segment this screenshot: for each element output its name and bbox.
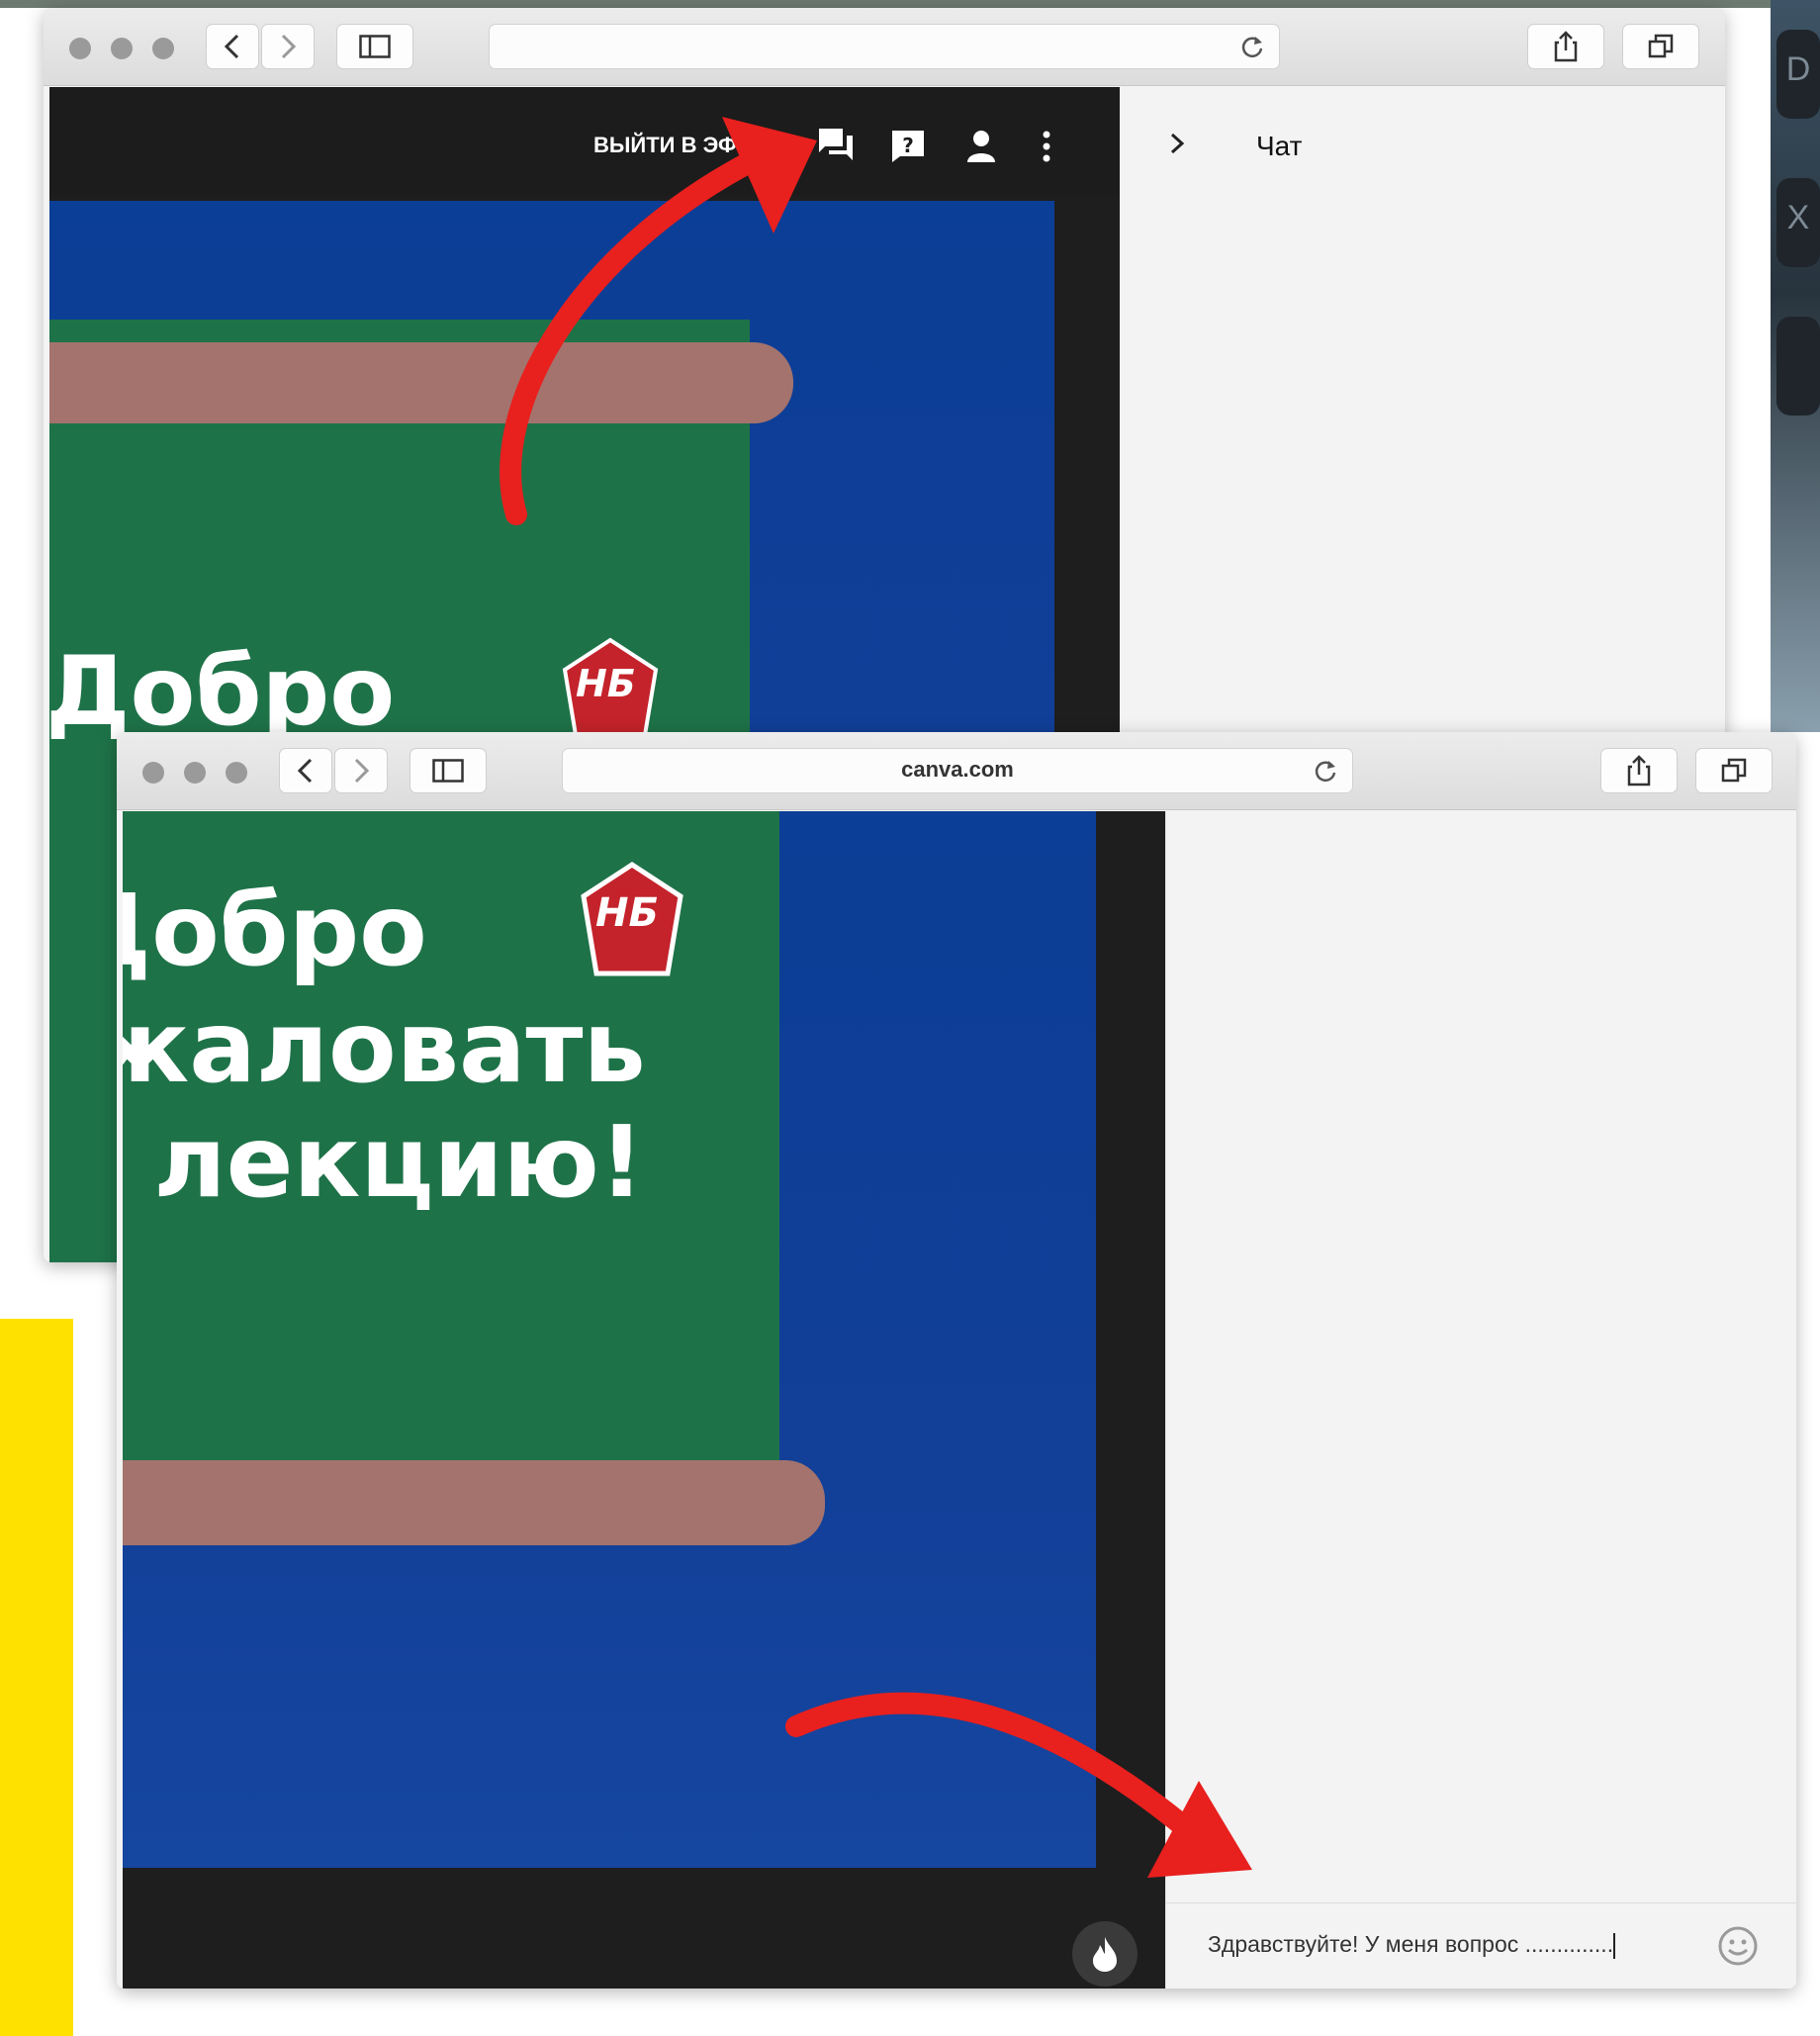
address-bar[interactable] (489, 24, 1280, 69)
smiley-icon[interactable] (1717, 1925, 1759, 1967)
slide-heading: Добро (49, 636, 396, 747)
slide-heading-line2: пожаловать (123, 989, 646, 1105)
window-close-dot[interactable] (142, 762, 164, 784)
nb-logo-text: НБ (576, 662, 636, 705)
background-strip (0, 0, 1820, 8)
window-close-dot[interactable] (69, 38, 91, 59)
tabs-icon (1648, 34, 1674, 58)
chevron-left-icon (297, 758, 313, 784)
window-minimize-dot[interactable] (184, 762, 206, 784)
keyboard-key: X (1776, 178, 1820, 267)
chat-input-value: Здравствуйте! У меня вопрос ............… (1208, 1931, 1614, 1957)
go-live-button[interactable]: ВЫЙТИ В ЭФИР (593, 133, 767, 158)
person-icon[interactable] (965, 129, 997, 164)
url-text: canva.com (901, 757, 1014, 782)
chat-title: Чат (1256, 131, 1303, 161)
slide-pink-bar (49, 342, 793, 423)
chevron-left-icon (224, 34, 239, 59)
nb-logo-text: НБ (595, 890, 659, 936)
svg-text:?: ? (902, 134, 914, 157)
sidebar-toggle-button[interactable] (336, 24, 413, 69)
tabs-icon (1721, 758, 1747, 783)
forward-button[interactable] (334, 748, 388, 793)
slide-background: НБ Добро пожаловать на лекцию! (123, 811, 1096, 1868)
reload-icon[interactable] (1313, 758, 1338, 784)
share-button[interactable] (1527, 24, 1604, 69)
browser-window-bottom: canva.com НБ Добро пожаловать на лекцию! (117, 732, 1796, 1989)
yellow-decor-block (0, 1319, 73, 2036)
text-cursor (1613, 1932, 1616, 1959)
share-icon (1554, 31, 1578, 62)
question-icon[interactable]: ? (890, 129, 926, 164)
slide-heading-line1: Добро (123, 873, 427, 988)
back-button[interactable] (206, 24, 259, 69)
chat-icon[interactable] (817, 127, 857, 164)
reload-icon[interactable] (1239, 34, 1265, 59)
share-icon (1627, 755, 1651, 787)
chevron-right-icon[interactable] (1167, 131, 1187, 156)
tabs-button[interactable] (1695, 748, 1773, 793)
address-bar[interactable]: canva.com (562, 748, 1353, 793)
tabs-button[interactable] (1622, 24, 1699, 69)
stream-video-area: НБ Добро пожаловать на лекцию! (123, 811, 1165, 1989)
window-zoom-dot[interactable] (226, 762, 247, 784)
slide-heading-line3: на лекцию! (123, 1104, 645, 1220)
slide-pink-bar (123, 1460, 825, 1545)
chat-input[interactable]: Здравствуйте! У меня вопрос ............… (1208, 1931, 1616, 1959)
browser-titlebar: canva.com (117, 732, 1796, 810)
sidebar-icon (432, 759, 464, 783)
keyboard-key: D (1776, 30, 1820, 119)
chevron-right-icon (281, 34, 297, 59)
back-button[interactable] (279, 748, 332, 793)
more-vert-icon[interactable] (1041, 131, 1052, 162)
chat-panel: Здравствуйте! У меня вопрос ............… (1165, 811, 1796, 1989)
sidebar-icon (359, 35, 391, 58)
window-zoom-dot[interactable] (152, 38, 174, 59)
share-button[interactable] (1600, 748, 1678, 793)
forward-button[interactable] (261, 24, 315, 69)
browser-titlebar (44, 8, 1725, 86)
reaction-button[interactable] (1072, 1921, 1138, 1987)
flame-icon (1093, 1937, 1117, 1972)
chevron-right-icon (354, 758, 370, 784)
stream-toolbar: ВЫЙТИ В ЭФИР ? (49, 87, 1120, 196)
chat-input-bar: Здравствуйте! У меня вопрос ............… (1166, 1902, 1796, 1989)
window-minimize-dot[interactable] (111, 38, 133, 59)
sidebar-toggle-button[interactable] (410, 748, 487, 793)
keyboard-key (1776, 317, 1820, 416)
